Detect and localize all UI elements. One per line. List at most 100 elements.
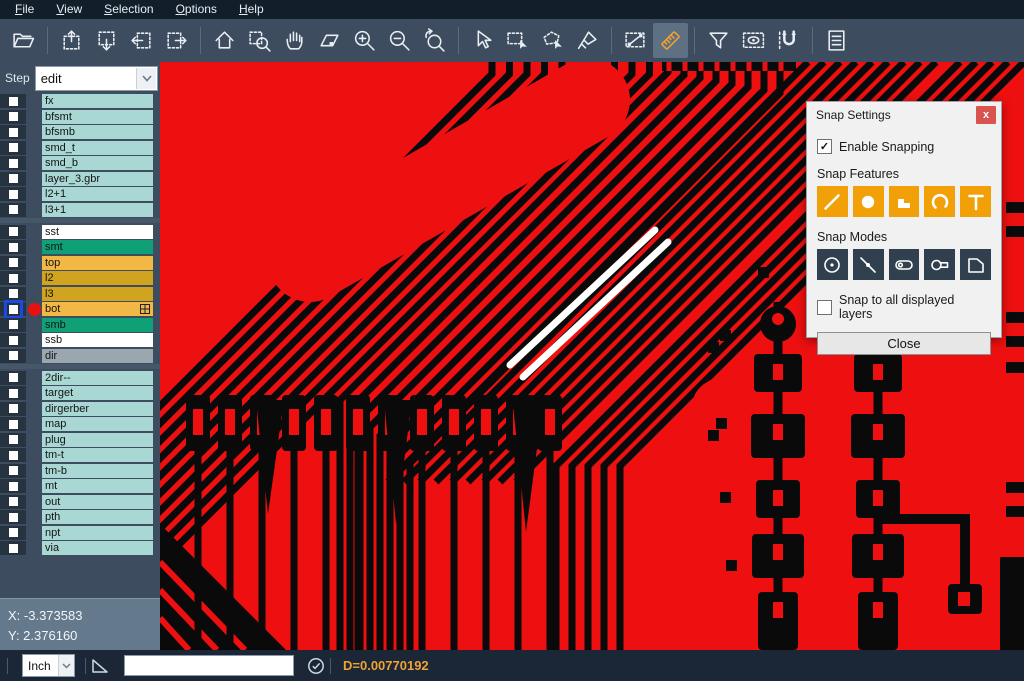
layer-checkbox-sst[interactable] [7, 225, 20, 238]
clear-highlight-button[interactable] [570, 23, 605, 58]
layer-label-plug[interactable]: plug [42, 433, 153, 447]
pan-up-button[interactable] [54, 23, 89, 58]
chevron-down-icon[interactable] [136, 68, 156, 89]
layer-checkbox-tm-b[interactable] [7, 464, 20, 477]
layer-label-layer_3.gbr[interactable]: layer_3.gbr [42, 172, 153, 186]
layer-checkbox-fx[interactable] [7, 95, 20, 108]
select-rectangle-button[interactable] [500, 23, 535, 58]
layer-checkbox-l2+1[interactable] [7, 188, 20, 201]
layer-checkbox-dir[interactable] [7, 349, 20, 362]
filter-button[interactable] [701, 23, 736, 58]
layer-label-smd_b[interactable]: smd_b [42, 156, 153, 170]
layer-checkbox-bfsmt[interactable] [7, 110, 20, 123]
snap-mode-center-button[interactable] [817, 249, 848, 280]
snap-mode-midpoint-button[interactable] [853, 249, 884, 280]
snap-magnet-button[interactable] [771, 23, 806, 58]
layer-checkbox-smb[interactable] [7, 318, 20, 331]
snap-feature-pad-button[interactable] [853, 186, 884, 217]
layer-checkbox-smd_b[interactable] [7, 157, 20, 170]
close-button[interactable]: Close [817, 332, 991, 355]
measure-ruler-button[interactable] [653, 23, 688, 58]
layer-label-map[interactable]: map [42, 417, 153, 431]
open-file-button[interactable] [6, 23, 41, 58]
layer-label-dir[interactable]: dir [42, 349, 153, 363]
layer-label-l2[interactable]: l2 [42, 271, 153, 285]
layer-label-tm-t[interactable]: tm-t [42, 448, 153, 462]
chevron-down-icon[interactable] [58, 655, 74, 676]
snap-feature-line-button[interactable] [817, 186, 848, 217]
layer-label-sst[interactable]: sst [42, 225, 153, 239]
snap-feature-arc-button[interactable] [924, 186, 955, 217]
layer-label-l3+1[interactable]: l3+1 [42, 203, 153, 217]
snap-mode-slot-left-button[interactable] [924, 249, 955, 280]
apply-check-icon[interactable] [306, 656, 326, 676]
layer-checkbox-map[interactable] [7, 418, 20, 431]
angle-measure-icon[interactable] [90, 657, 110, 675]
layer-label-dirgerber[interactable]: dirgerber [42, 402, 153, 416]
pan-right-button[interactable] [159, 23, 194, 58]
layer-label-npt[interactable]: npt [42, 526, 153, 540]
menu-view[interactable]: View [45, 0, 93, 19]
layer-checkbox-ssb[interactable] [7, 334, 20, 347]
layer-checkbox-bfsmb[interactable] [7, 126, 20, 139]
layer-checkbox-smt[interactable] [7, 241, 20, 254]
menu-help[interactable]: Help [228, 0, 275, 19]
layer-checkbox-mt[interactable] [7, 480, 20, 493]
zoom-home-button[interactable] [207, 23, 242, 58]
layer-label-fx[interactable]: fx [42, 94, 153, 108]
pan-down-button[interactable] [89, 23, 124, 58]
layer-label-target[interactable]: target [42, 386, 153, 400]
layer-label-bfsmt[interactable]: bfsmt [42, 110, 153, 124]
select-button[interactable] [465, 23, 500, 58]
snap-mode-slot-right-button[interactable] [889, 249, 920, 280]
menu-file[interactable]: File [4, 0, 45, 19]
report-button[interactable] [819, 23, 854, 58]
layer-checkbox-2dir--[interactable] [7, 371, 20, 384]
layer-label-smb[interactable]: smb [42, 318, 153, 332]
menu-selection[interactable]: Selection [93, 0, 164, 19]
snap-feature-text-button[interactable] [960, 186, 991, 217]
layer-checkbox-tm-t[interactable] [7, 449, 20, 462]
pan-hand-button[interactable] [277, 23, 312, 58]
layer-label-out[interactable]: out [42, 495, 153, 509]
measure-distance-button[interactable] [618, 23, 653, 58]
layer-label-via[interactable]: via [42, 541, 153, 555]
layer-checkbox-target[interactable] [7, 387, 20, 400]
view-filter-button[interactable] [736, 23, 771, 58]
unit-select[interactable]: Inch [22, 654, 75, 677]
layer-checkbox-dirgerber[interactable] [7, 402, 20, 415]
layer-label-pth[interactable]: pth [42, 510, 153, 524]
layer-checkbox-top[interactable] [7, 256, 20, 269]
layer-label-ssb[interactable]: ssb [42, 333, 153, 347]
zoom-window-button[interactable] [242, 23, 277, 58]
layer-label-2dir--[interactable]: 2dir-- [42, 371, 153, 385]
zoom-object-button[interactable] [312, 23, 347, 58]
step-select[interactable]: edit [35, 66, 158, 91]
layer-checkbox-l2[interactable] [7, 272, 20, 285]
zoom-previous-button[interactable] [417, 23, 452, 58]
layer-checkbox-l3[interactable] [7, 287, 20, 300]
select-polygon-button[interactable] [535, 23, 570, 58]
layer-label-bfsmb[interactable]: bfsmb [42, 125, 153, 139]
pan-left-button[interactable] [124, 23, 159, 58]
layer-checkbox-pth[interactable] [7, 511, 20, 524]
layer-label-mt[interactable]: mt [42, 479, 153, 493]
layer-label-l2+1[interactable]: l2+1 [42, 187, 153, 201]
layer-checkbox-out[interactable] [7, 495, 20, 508]
snap-feature-surface-button[interactable] [889, 186, 920, 217]
layer-label-bot[interactable]: bot [42, 302, 153, 316]
layer-checkbox-bot[interactable] [7, 303, 20, 316]
layer-label-top[interactable]: top [42, 256, 153, 270]
zoom-out-button[interactable] [382, 23, 417, 58]
layer-checkbox-via[interactable] [7, 542, 20, 555]
layer-checkbox-layer_3.gbr[interactable] [7, 172, 20, 185]
layer-checkbox-plug[interactable] [7, 433, 20, 446]
layer-checkbox-smd_t[interactable] [7, 141, 20, 154]
close-icon[interactable]: x [976, 106, 996, 124]
layer-label-smt[interactable]: smt [42, 240, 153, 254]
layer-label-smd_t[interactable]: smd_t [42, 141, 153, 155]
measure-input[interactable] [124, 655, 294, 676]
menu-options[interactable]: Options [165, 0, 228, 19]
layer-checkbox-l3+1[interactable] [7, 203, 20, 216]
snap-all-layers-checkbox[interactable] [817, 300, 832, 315]
